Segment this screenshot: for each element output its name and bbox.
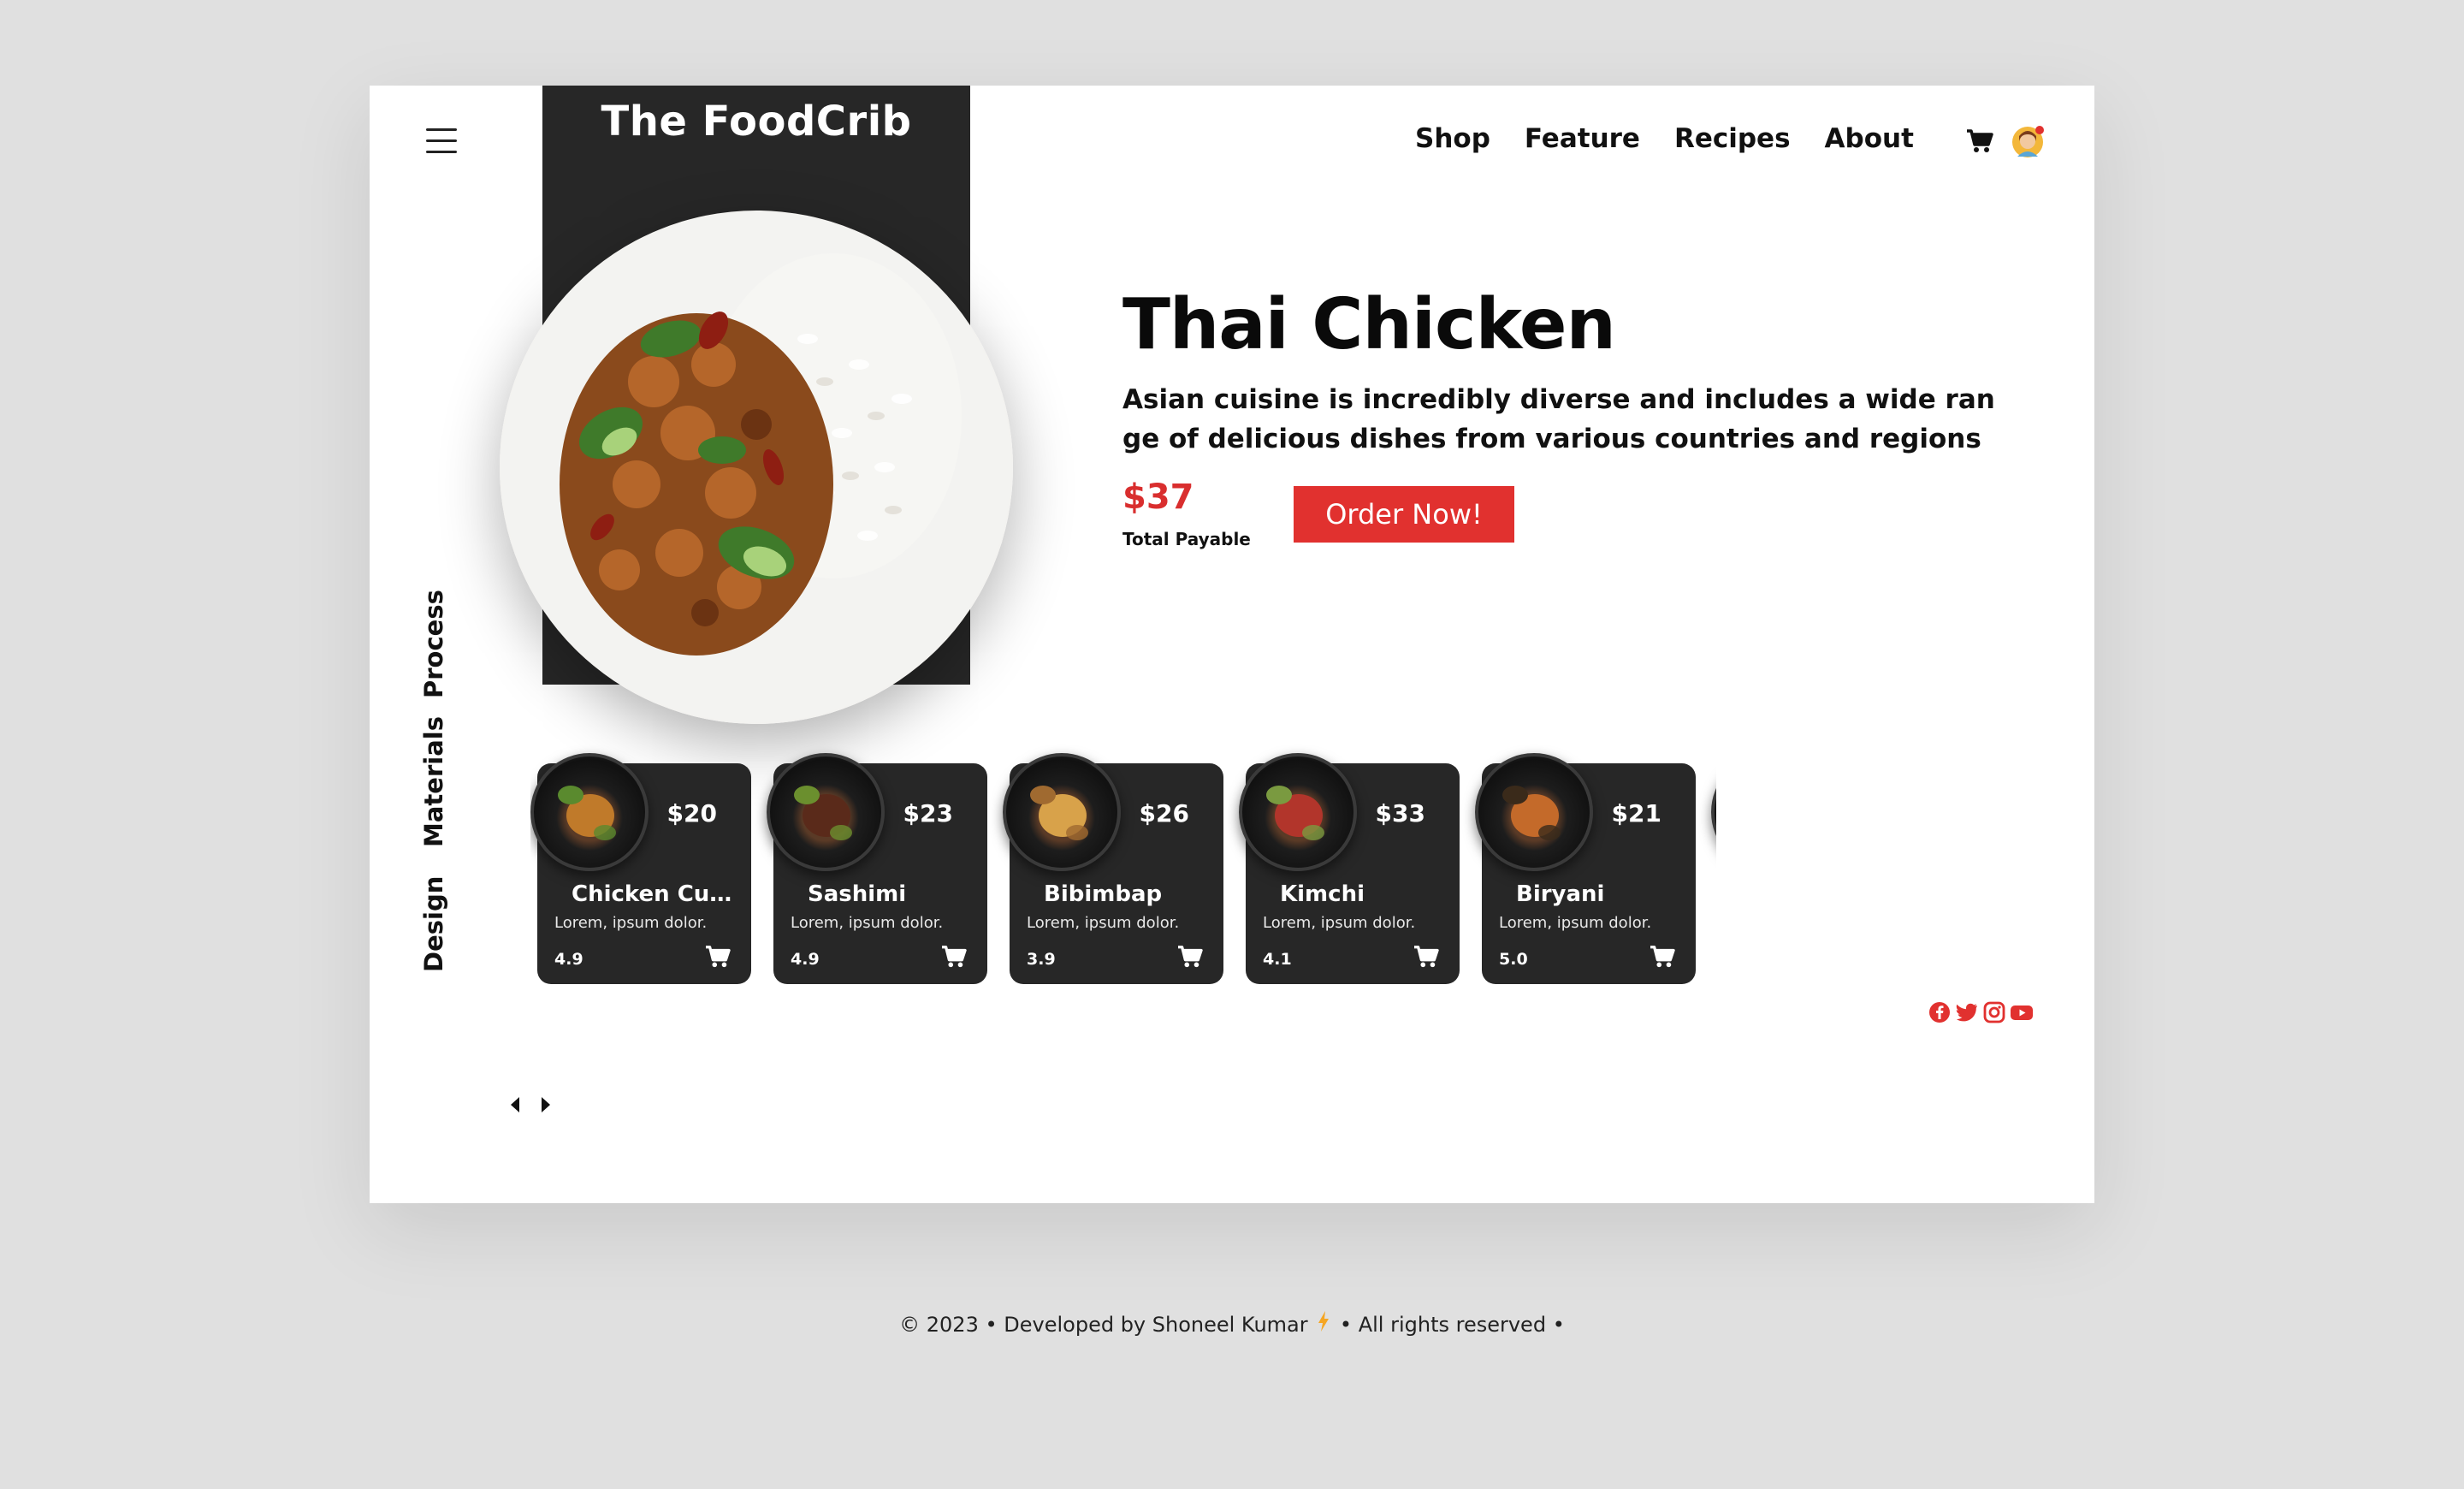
footer-rights: • All rights reserved •	[1339, 1313, 1565, 1337]
dish-card[interactable]: $33 Kimchi Lorem, ipsum dolor. 4.1	[1239, 753, 1460, 984]
dish-carousel: $20 Chicken Cur... Lorem, ipsum dolor. 4.9 $…	[530, 741, 1716, 994]
caret-right-icon[interactable]	[539, 1095, 553, 1114]
side-vertical-menu: Process Materials Design	[419, 505, 453, 984]
side-item-materials[interactable]: Materials	[419, 716, 448, 847]
dish-name: Biryani	[1516, 881, 1605, 907]
dish-image	[530, 753, 649, 871]
dish-card[interactable]: $20 Chicken Cur... Lorem, ipsum dolor. 4.9	[530, 753, 751, 984]
add-to-cart-icon[interactable]	[1177, 945, 1203, 969]
dish-price: $20	[666, 799, 717, 828]
caret-left-icon[interactable]	[508, 1095, 522, 1114]
nav-about[interactable]: About	[1825, 123, 1914, 154]
hero-price: $37	[1122, 478, 1194, 517]
side-item-design[interactable]: Design	[419, 876, 448, 972]
dish-image	[1239, 753, 1357, 871]
dish-image	[767, 753, 885, 871]
hero-dish-image	[500, 211, 1013, 724]
dish-image	[1003, 753, 1121, 871]
dish-rating: 4.9	[791, 950, 820, 969]
dish-description: Lorem, ipsum dolor.	[1027, 914, 1180, 932]
add-to-cart-icon[interactable]	[705, 945, 731, 969]
hamburger-icon[interactable]	[426, 128, 457, 154]
twitter-icon[interactable]	[1956, 1001, 1978, 1023]
instagram-icon[interactable]	[1983, 1001, 2005, 1023]
dish-card[interactable]: $21 Biryani Lorem, ipsum dolor. 5.0	[1475, 753, 1696, 984]
main-card: The FoodCrib Shop Feature Recipes About …	[370, 86, 2094, 1203]
order-now-button[interactable]: Order Now!	[1294, 486, 1514, 543]
dish-description: Lorem, ipsum dolor.	[791, 914, 944, 932]
top-nav: Shop Feature Recipes About	[1415, 123, 1914, 154]
footer-credit: © 2023 • Developed by Shoneel Kumar	[899, 1313, 1308, 1337]
hero-description: Asian cuisine is incredibly diverse and …	[1122, 384, 1995, 454]
dish-image	[1475, 753, 1593, 871]
brand-logo[interactable]: The FoodCrib	[542, 98, 970, 145]
page-footer: © 2023 • Developed by Shoneel Kumar • Al…	[0, 1311, 2464, 1340]
social-links	[1928, 1001, 2033, 1023]
hero-title: Thai Chicken	[1122, 284, 1616, 365]
dish-name: Kimchi	[1280, 881, 1365, 907]
dish-description: Lorem, ipsum dolor.	[1263, 914, 1416, 932]
dish-card[interactable]: $26 Bibimbap Lorem, ipsum dolor. 3.9	[1003, 753, 1223, 984]
side-item-process[interactable]: Process	[419, 590, 448, 698]
add-to-cart-icon[interactable]	[1413, 945, 1439, 969]
dish-description: Lorem, ipsum dolor.	[1499, 914, 1652, 932]
avatar-icon[interactable]	[2011, 124, 2045, 158]
dish-description: Lorem, ipsum dolor.	[554, 914, 708, 932]
facebook-icon[interactable]	[1928, 1001, 1951, 1023]
dish-rating: 5.0	[1499, 950, 1528, 969]
dish-price: $23	[903, 799, 953, 828]
bolt-icon	[1318, 1311, 1330, 1337]
dish-card[interactable]: $23 Sashimi Lorem, ipsum dolor. 4.9	[767, 753, 987, 984]
youtube-icon[interactable]	[2011, 1001, 2033, 1023]
dish-price: $21	[1611, 799, 1661, 828]
dish-price: $26	[1139, 799, 1189, 828]
nav-shop[interactable]: Shop	[1415, 123, 1490, 154]
dish-rating: 4.1	[1263, 950, 1292, 969]
add-to-cart-icon[interactable]	[941, 945, 967, 969]
hero-price-label: Total Payable	[1122, 529, 1251, 549]
dish-price: $33	[1375, 799, 1425, 828]
dish-name: Bibimbap	[1044, 881, 1163, 907]
nav-recipes[interactable]: Recipes	[1674, 123, 1791, 154]
cart-icon[interactable]	[1966, 128, 1993, 154]
dish-name: Sashimi	[808, 881, 907, 907]
dish-name: Chicken Cur...	[572, 881, 739, 907]
dish-image	[1711, 753, 1716, 871]
dish-rating: 3.9	[1027, 950, 1056, 969]
add-to-cart-icon[interactable]	[1650, 945, 1675, 969]
dish-rating: 4.9	[554, 950, 583, 969]
nav-feature[interactable]: Feature	[1525, 123, 1640, 154]
